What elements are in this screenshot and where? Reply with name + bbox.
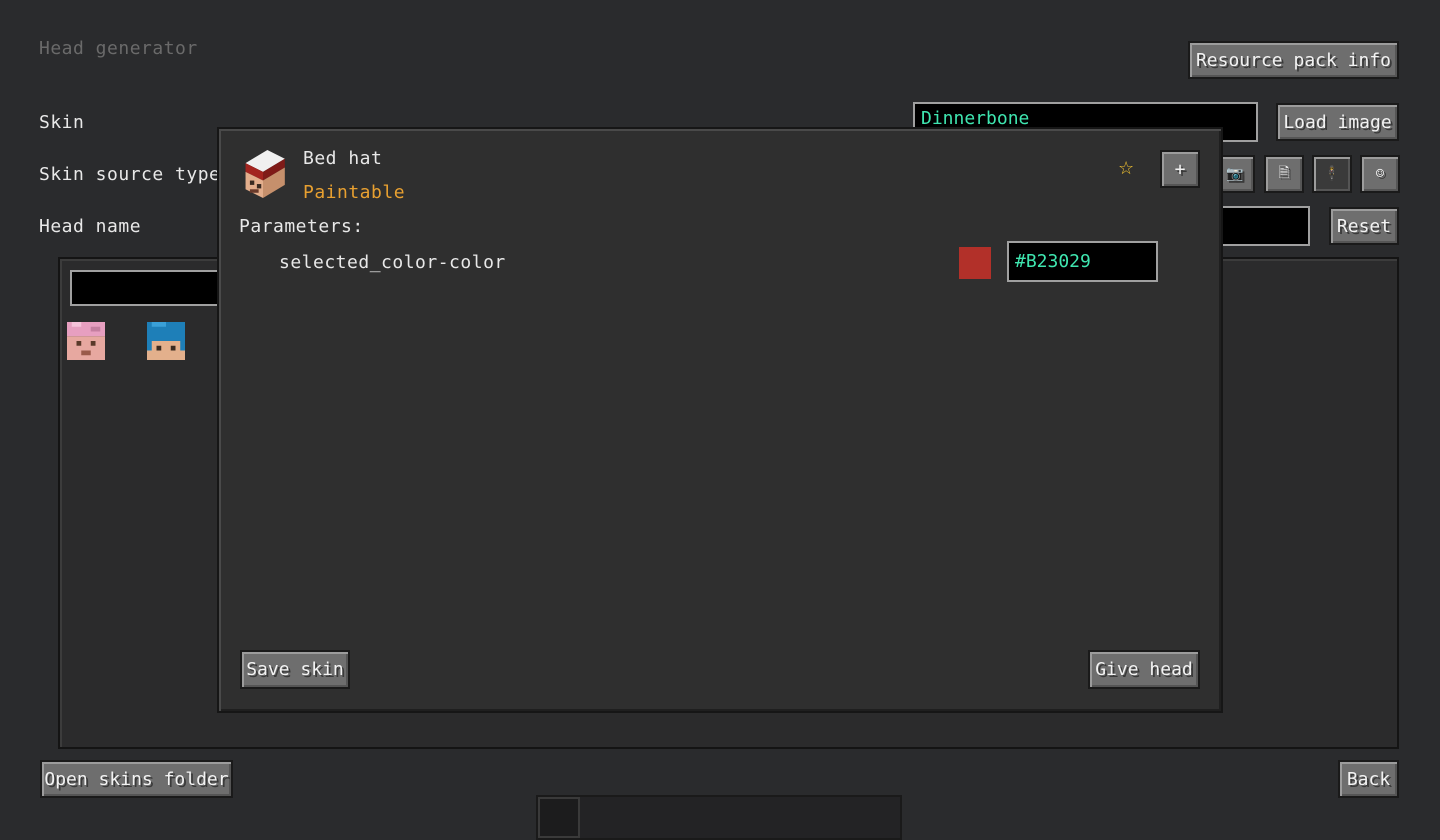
parameters-label: Parameters: xyxy=(239,216,364,237)
skin-label: Skin xyxy=(39,112,85,133)
head-name-label: Head name xyxy=(39,216,142,237)
add-button[interactable]: + xyxy=(1160,150,1200,188)
give-head-button[interactable]: Give head xyxy=(1088,650,1200,689)
screen-title: Head generator xyxy=(39,38,198,59)
back-button[interactable]: Back xyxy=(1338,760,1399,798)
person-icon[interactable]: 🕴 xyxy=(1312,155,1352,193)
reset-button[interactable]: Reset xyxy=(1329,207,1399,245)
document-icon[interactable]: 🗎 xyxy=(1264,155,1304,193)
bed-hat-head-icon xyxy=(245,150,285,198)
head-name-title: Bed hat xyxy=(303,148,383,169)
pink-head-icon[interactable] xyxy=(67,322,105,360)
color-swatch[interactable] xyxy=(959,247,991,279)
skin-source-type-label: Skin source type xyxy=(39,164,221,185)
smiley-icon[interactable]: ☺ xyxy=(1360,155,1400,193)
skins-search-input[interactable] xyxy=(70,270,230,306)
head-name-input[interactable] xyxy=(1210,206,1310,246)
blue-head-icon[interactable] xyxy=(147,322,185,360)
head-type-label: Paintable xyxy=(303,182,406,203)
resource-pack-info-button[interactable]: Resource pack info xyxy=(1188,41,1399,79)
hotbar-slot xyxy=(538,797,580,838)
favorite-star-icon[interactable]: ☆ xyxy=(1118,158,1134,179)
param-name: selected_color-color xyxy=(279,252,506,273)
color-hex-input[interactable]: #B23029 xyxy=(1007,241,1158,282)
load-image-button[interactable]: Load image xyxy=(1276,103,1399,141)
open-skins-folder-button[interactable]: Open skins folder xyxy=(40,760,233,798)
save-skin-button[interactable]: Save skin xyxy=(240,650,350,689)
hotbar xyxy=(536,795,902,840)
head-details-dialog xyxy=(217,127,1223,713)
